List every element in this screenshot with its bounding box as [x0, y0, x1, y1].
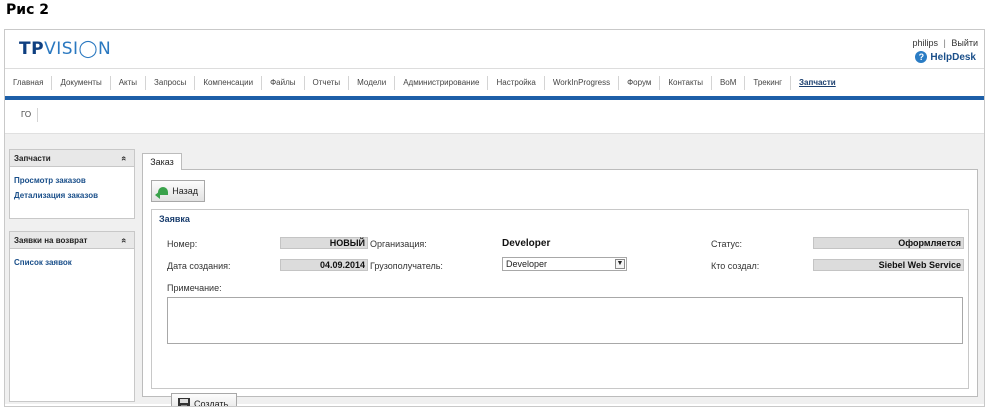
- creator-field: Siebel Web Service: [813, 259, 964, 271]
- save-icon: [178, 398, 190, 406]
- sidebar-link-order-details[interactable]: Детализация заказов: [10, 188, 134, 203]
- status-field: Оформляется: [813, 237, 964, 249]
- header: TPVISI◯N philips | Выйти ? HelpDesk: [5, 30, 984, 66]
- subnav-item-go[interactable]: ГО: [11, 108, 39, 122]
- number-field: НОВЫЙ: [280, 237, 368, 249]
- sidebar-panel-spare-parts: Запчасти » Просмотр заказов Детализация …: [9, 149, 135, 219]
- status-label: Статус:: [711, 239, 742, 249]
- sidebar-link-view-orders[interactable]: Просмотр заказов: [10, 173, 134, 188]
- nav-item-workinprogress[interactable]: WorkInProgress: [545, 75, 620, 90]
- creation-date-label: Дата создания:: [167, 261, 231, 271]
- organization-label: Организация:: [370, 239, 427, 249]
- nav-item-contacts[interactable]: Контакты: [660, 75, 712, 90]
- back-button-label: Назад: [172, 186, 198, 196]
- sidebar-link-request-list[interactable]: Список заявок: [10, 255, 134, 270]
- creator-label: Кто создал:: [711, 261, 760, 271]
- note-textarea[interactable]: [167, 297, 963, 344]
- help-icon: ?: [915, 51, 928, 63]
- helpdesk-link[interactable]: ? HelpDesk: [915, 51, 976, 63]
- nav-item-settings[interactable]: Настройка: [488, 75, 545, 90]
- top-navigation: Главная Документы Акты Запросы Компенсац…: [5, 68, 984, 96]
- sidebar-panel-title: Запчасти: [14, 154, 51, 163]
- sidebar-panel-title: Заявки на возврат: [14, 236, 88, 245]
- nav-item-spare-parts[interactable]: Запчасти: [791, 76, 844, 90]
- nav-item-files[interactable]: Файлы: [262, 75, 305, 90]
- note-label: Примечание:: [167, 283, 222, 293]
- figure-caption: Рис 2: [6, 2, 49, 18]
- nav-item-home[interactable]: Главная: [5, 75, 53, 90]
- user-links: philips | Выйти: [912, 38, 978, 48]
- nav-item-bom[interactable]: BoM: [712, 75, 746, 90]
- collapse-icon[interactable]: »: [115, 156, 132, 161]
- request-fieldset: Заявка Номер: НОВЫЙ Организация: Develop…: [151, 209, 969, 406]
- creation-date-field: 04.09.2014: [280, 259, 368, 271]
- sidebar-panel-header: Запчасти »: [10, 150, 134, 167]
- nav-item-documents[interactable]: Документы: [52, 75, 111, 90]
- sub-navigation: ГО: [5, 100, 984, 134]
- logo-vision: VISI◯N: [44, 39, 112, 59]
- separator: |: [943, 38, 946, 48]
- order-panel: Назад Заявка Номер: НОВЫЙ Организация: D…: [142, 169, 978, 406]
- nav-item-compensations[interactable]: Компенсации: [195, 75, 263, 90]
- create-button[interactable]: Создать: [171, 393, 237, 407]
- back-arrow-icon: [154, 187, 169, 199]
- create-button-label: Создать: [194, 399, 229, 407]
- nav-item-acts[interactable]: Акты: [111, 75, 147, 90]
- logo: TPVISI◯N: [19, 39, 111, 59]
- nav-item-forum[interactable]: Форум: [619, 75, 661, 90]
- consignee-select[interactable]: Developer ▼: [502, 257, 627, 271]
- nav-item-tracking[interactable]: Трекинг: [745, 75, 792, 90]
- logo-tp: TP: [19, 39, 45, 59]
- consignee-label: Грузополучатель:: [370, 261, 443, 271]
- organization-value: Developer: [502, 238, 551, 249]
- number-label: Номер:: [167, 239, 198, 249]
- chevron-down-icon[interactable]: ▼: [615, 259, 625, 269]
- sidebar-panel-header: Заявки на возврат »: [10, 232, 134, 249]
- nav-item-models[interactable]: Модели: [349, 75, 396, 90]
- consignee-selected-value: Developer: [506, 259, 548, 269]
- nav-item-administration[interactable]: Администрирование: [395, 75, 489, 90]
- user-name[interactable]: philips: [912, 38, 938, 48]
- nav-item-requests[interactable]: Запросы: [146, 75, 196, 90]
- collapse-icon[interactable]: »: [115, 238, 132, 243]
- tab-order[interactable]: Заказ: [142, 153, 182, 170]
- app-window: TPVISI◯N philips | Выйти ? HelpDesk Глав…: [4, 29, 985, 407]
- back-button[interactable]: Назад: [151, 180, 205, 202]
- section-title: Заявка: [159, 214, 190, 224]
- helpdesk-label: HelpDesk: [930, 51, 976, 63]
- logout-link[interactable]: Выйти: [951, 38, 978, 48]
- nav-item-reports[interactable]: Отчеты: [305, 75, 350, 90]
- sidebar-panel-returns: Заявки на возврат » Список заявок: [9, 231, 135, 402]
